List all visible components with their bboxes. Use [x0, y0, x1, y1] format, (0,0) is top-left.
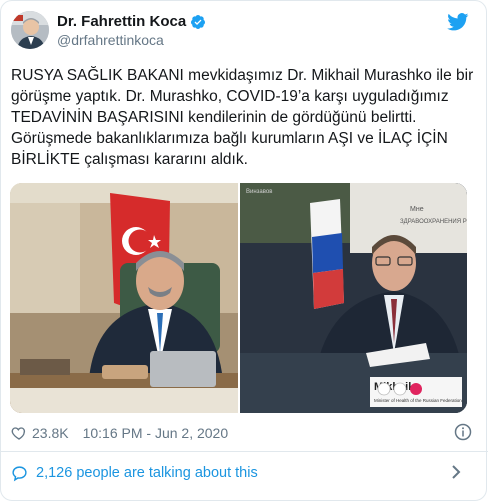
mic-button-icon — [377, 382, 391, 396]
conversation-link[interactable]: 2,126 people are talking about this — [11, 463, 471, 483]
speech-bubble-icon — [12, 465, 27, 481]
heart-icon[interactable] — [11, 425, 27, 441]
tweet-media[interactable]: Мне ЗДРАВООХРАНЕНИЯ РОССИЙСКОЙ Винзавов … — [10, 183, 467, 413]
hangup-button-icon — [410, 383, 422, 395]
right-photo[interactable]: Мне ЗДРАВООХРАНЕНИЯ РОССИЙСКОЙ Винзавов … — [240, 183, 467, 413]
author-avatar[interactable] — [11, 11, 49, 49]
right-top-small: Мне — [410, 206, 424, 213]
left-photo[interactable] — [10, 183, 238, 413]
talking-count-text: 2,126 people are talking about this — [36, 465, 258, 481]
tweet-timestamp[interactable]: 10:16 PM - Jun 2, 2020 — [83, 425, 229, 441]
divider — [1, 451, 488, 452]
avatar-image — [11, 11, 49, 49]
camera-button-icon — [393, 382, 407, 396]
verified-badge-icon — [191, 14, 206, 29]
twitter-bird-icon[interactable] — [447, 13, 469, 31]
like-count[interactable]: 23.8K — [32, 425, 69, 441]
tweet-meta: 23.8K 10:16 PM - Jun 2, 2020 — [11, 423, 481, 443]
author-handle[interactable]: @drfahrettinkoca — [57, 32, 164, 48]
tweet-header: Dr. Fahrettin Koca @drfahrettinkoca — [11, 11, 481, 51]
info-icon[interactable] — [454, 423, 472, 441]
tweet-card[interactable]: Dr. Fahrettin Koca @drfahrettinkoca RUSY… — [0, 0, 488, 501]
chevron-right-icon[interactable] — [450, 464, 462, 480]
tweet-text: RUSYA SAĞLIK BAKANI mevkidaşımız Dr. Mik… — [11, 67, 474, 168]
right-top-label: Винзавов — [246, 189, 272, 195]
right-caption-sub: Minister of Health of the Russian Federa… — [374, 398, 462, 403]
author-name[interactable]: Dr. Fahrettin Koca — [57, 13, 186, 30]
right-top-text: ЗДРАВООХРАНЕНИЯ РОССИЙСКОЙ — [400, 217, 467, 225]
